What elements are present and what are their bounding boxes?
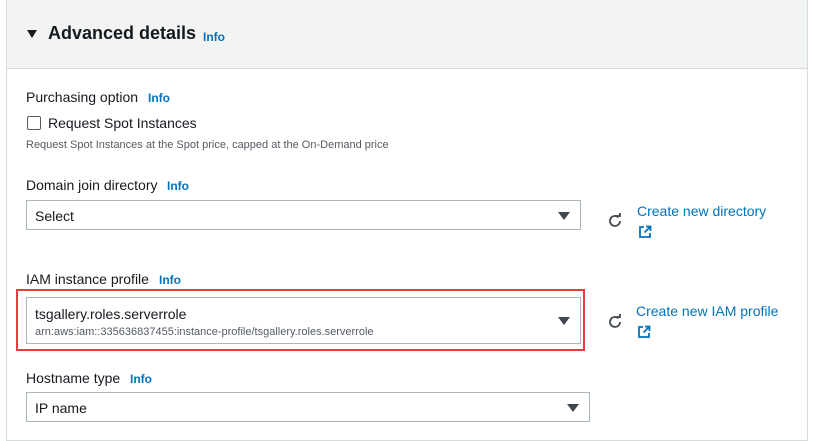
spot-instances-hint: Request Spot Instances at the Spot price…	[26, 139, 389, 151]
refresh-icon[interactable]	[607, 213, 623, 229]
hostname-type-select[interactable]: IP name	[26, 392, 590, 422]
domain-join-select[interactable]: Select	[26, 200, 581, 230]
create-iam-profile-link[interactable]: Create new IAM profile	[636, 303, 778, 319]
hostname-type-info-link[interactable]: Info	[130, 372, 152, 386]
iam-profile-label: IAM instance profile	[26, 271, 149, 287]
purchasing-option-info-link[interactable]: Info	[148, 91, 170, 105]
spot-instances-checkbox[interactable]	[27, 116, 41, 130]
advanced-details-info-link[interactable]: Info	[203, 30, 225, 44]
highlight-box	[16, 289, 585, 351]
spot-instances-label[interactable]: Request Spot Instances	[48, 115, 197, 131]
domain-join-info-link[interactable]: Info	[167, 179, 189, 193]
panel-title: Advanced details	[48, 23, 197, 43]
caret-down-icon[interactable]	[27, 30, 37, 38]
purchasing-option-label: Purchasing option	[26, 89, 139, 105]
iam-profile-info-link[interactable]: Info	[159, 273, 181, 287]
advanced-details-header[interactable]: Advanced details Info	[7, 0, 807, 69]
domain-join-value: Select	[35, 208, 74, 224]
hostname-type-label: Hostname type	[26, 370, 121, 386]
caret-down-icon	[558, 212, 570, 220]
domain-join-label: Domain join directory	[26, 177, 158, 193]
create-directory-link[interactable]: Create new directory	[637, 203, 766, 219]
hostname-type-value: IP name	[35, 400, 87, 416]
external-link-icon[interactable]	[637, 325, 651, 339]
external-link-icon[interactable]	[638, 225, 652, 239]
refresh-icon[interactable]	[607, 314, 623, 330]
caret-down-icon	[567, 404, 579, 412]
